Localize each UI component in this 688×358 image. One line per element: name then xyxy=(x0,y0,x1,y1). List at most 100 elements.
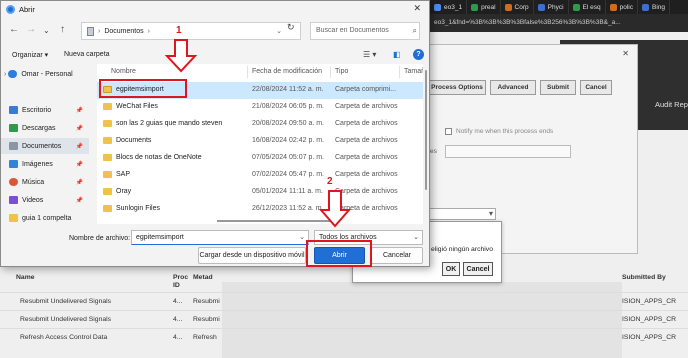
list-item[interactable]: SAP 07/02/2024 05:47 p. m. Carpeta de ar… xyxy=(97,167,423,184)
cancel-button[interactable]: Cancel xyxy=(580,80,612,95)
organize-menu[interactable]: Organizar ▾ xyxy=(12,51,48,59)
arrow-down-icon xyxy=(164,39,198,73)
col-type-header[interactable]: Tipo xyxy=(335,68,348,75)
close-icon[interactable]: ✕ xyxy=(413,3,421,14)
nav-item-guia[interactable]: guia 1 compelta xyxy=(1,210,89,226)
folder-icon xyxy=(103,171,112,178)
folder-icon xyxy=(103,188,112,195)
tab-favicon-icon xyxy=(504,3,512,11)
tab-favicon-icon xyxy=(609,3,617,11)
pictures-icon xyxy=(9,160,18,168)
nav-item-desktop[interactable]: Escritorio 📌 xyxy=(1,102,89,118)
folder-icon xyxy=(103,205,112,212)
list-item[interactable]: Oray 05/01/2024 11:11 a. m. Carpeta de a… xyxy=(97,184,423,201)
table-row[interactable]: Resubmit Undelivered Signals 4... Resubm… xyxy=(0,292,688,310)
back-arrow-icon[interactable]: ← xyxy=(9,24,19,35)
highlight-box xyxy=(306,240,372,267)
breadcrumb-documents[interactable]: Documentos xyxy=(104,28,143,35)
chevron-down-icon[interactable]: ⌄ xyxy=(43,26,50,35)
address-bar[interactable]: › Documentos › ⌄ xyxy=(81,22,301,40)
browser-tab[interactable]: Bing xyxy=(638,0,671,14)
nav-item-videos[interactable]: Videos 📌 xyxy=(1,192,89,208)
refresh-icon[interactable]: ↻ xyxy=(287,22,295,33)
pin-icon: 📌 xyxy=(75,143,83,150)
search-icon: ⌕ xyxy=(412,26,417,35)
scroll-thumb[interactable] xyxy=(425,70,427,190)
notify-checkbox[interactable] xyxy=(445,128,452,135)
text-field[interactable] xyxy=(445,145,571,158)
browser-tab[interactable]: preal xyxy=(467,0,501,14)
folder-icon xyxy=(9,214,18,222)
col-meta-header[interactable]: Metad xyxy=(193,274,213,281)
nav-item-pictures[interactable]: Imágenes 📌 xyxy=(1,156,89,172)
browser-tab[interactable]: Phyci xyxy=(534,0,569,14)
filename-input[interactable]: egpitemsimport ⌄ xyxy=(131,230,309,245)
list-item[interactable]: Documents 16/08/2024 02:42 p. m. Carpeta… xyxy=(97,133,423,150)
help-icon[interactable]: ? xyxy=(413,49,424,60)
ok-button[interactable]: OK xyxy=(442,262,460,276)
audit-reports-link[interactable]: Audit Rep xyxy=(655,100,688,109)
column-divider[interactable] xyxy=(399,66,400,78)
load-from-mobile-button[interactable]: Cargar desde un dispositivo móvil xyxy=(198,247,306,264)
browser-tab[interactable]: polic xyxy=(606,0,638,14)
list-item[interactable]: Sunlogin Files 26/12/2023 11:52 a. m. Ca… xyxy=(97,201,423,218)
nav-item-onedrive[interactable]: › Omar - Personal xyxy=(1,66,89,82)
nav-item-documents[interactable]: Documentos 📌 xyxy=(1,138,89,154)
nav-item-downloads[interactable]: Descargas 📌 xyxy=(1,120,89,136)
col-name-header[interactable]: Name xyxy=(16,274,35,281)
desktop-icon xyxy=(9,106,18,114)
edge-browser-icon xyxy=(6,4,15,14)
navigation-bar: ← → ⌄ ↑ › Documentos › ⌄ ↻ Buscar en Doc… xyxy=(1,20,431,42)
forward-arrow-icon[interactable]: → xyxy=(26,24,36,35)
chevron-down-icon[interactable]: ⌄ xyxy=(276,27,282,35)
browser-tab[interactable]: El esq xyxy=(569,0,606,14)
folder-icon xyxy=(103,154,112,161)
preview-pane-icon[interactable]: ◧ xyxy=(393,50,401,59)
select-dropdown[interactable] xyxy=(420,208,496,220)
col-submitted-header[interactable]: Submitted By xyxy=(622,274,666,281)
advanced-button[interactable]: Advanced xyxy=(490,80,536,95)
vertical-scrollbar[interactable] xyxy=(423,64,429,224)
new-folder-button[interactable]: Nueva carpeta xyxy=(64,51,110,58)
list-item[interactable]: son las 2 guias que mando steven 20/08/2… xyxy=(97,116,423,133)
view-options-icon[interactable]: ☰ ▾ xyxy=(363,50,376,59)
horizontal-scrollbar[interactable] xyxy=(97,219,417,223)
chevron-down-icon[interactable]: ⌄ xyxy=(299,231,305,244)
video-icon xyxy=(9,196,18,204)
col-date-header[interactable]: Fecha de modificación xyxy=(252,68,322,75)
chevron-right-icon[interactable]: › xyxy=(4,71,6,78)
browser-url-bar[interactable]: eo3_1&fnd=%3B%3B%3B%3Bfalse%3B256%3B%3B%… xyxy=(430,14,688,32)
folder-icon xyxy=(103,120,112,127)
col-procid-header[interactable]: Proc ID xyxy=(173,274,188,290)
col-name-header[interactable]: Nombre xyxy=(111,68,136,75)
cancel-button[interactable]: Cancelar xyxy=(371,247,423,264)
pin-icon: 📌 xyxy=(75,161,83,168)
dialog-titlebar: Abrir xyxy=(1,1,429,17)
column-divider[interactable] xyxy=(330,66,331,78)
up-arrow-icon[interactable]: ↑ xyxy=(60,24,65,35)
submit-button[interactable]: Submit xyxy=(540,80,576,95)
chevron-down-icon[interactable]: ⌄ xyxy=(413,231,419,244)
message-text: eligió ningún archivo xyxy=(431,246,493,253)
close-icon[interactable]: ✕ xyxy=(622,49,629,58)
column-divider[interactable] xyxy=(247,66,248,78)
list-item[interactable]: WeChat Files 21/08/2024 06:05 p. m. Carp… xyxy=(97,99,423,116)
search-input[interactable]: Buscar en Documentos xyxy=(310,22,420,40)
browser-tab[interactable]: Corp xyxy=(501,0,534,14)
step-number: 1 xyxy=(176,25,182,36)
process-options-button[interactable]: Process Options xyxy=(428,80,486,95)
table-row[interactable]: Refresh Access Control Data 4... Refresh… xyxy=(0,328,688,346)
download-icon xyxy=(9,124,18,132)
msgbox-cancel-button[interactable]: Cancel xyxy=(463,262,493,276)
table-row[interactable]: Resubmit Undelivered Signals 4... Resubm… xyxy=(0,310,688,328)
browser-tab[interactable]: eo3_1 xyxy=(430,0,468,14)
tab-favicon-icon xyxy=(642,3,649,11)
cloud-icon xyxy=(8,70,18,78)
tab-favicon-icon xyxy=(434,3,441,11)
list-item[interactable]: Blocs de notas de OneNote 07/05/2024 05:… xyxy=(97,150,423,167)
folder-icon xyxy=(103,103,112,110)
notify-option[interactable]: Notify me when this process ends xyxy=(445,128,553,135)
documents-icon xyxy=(9,142,18,150)
nav-item-music[interactable]: Música 📌 xyxy=(1,174,89,190)
highlight-box xyxy=(99,79,187,98)
